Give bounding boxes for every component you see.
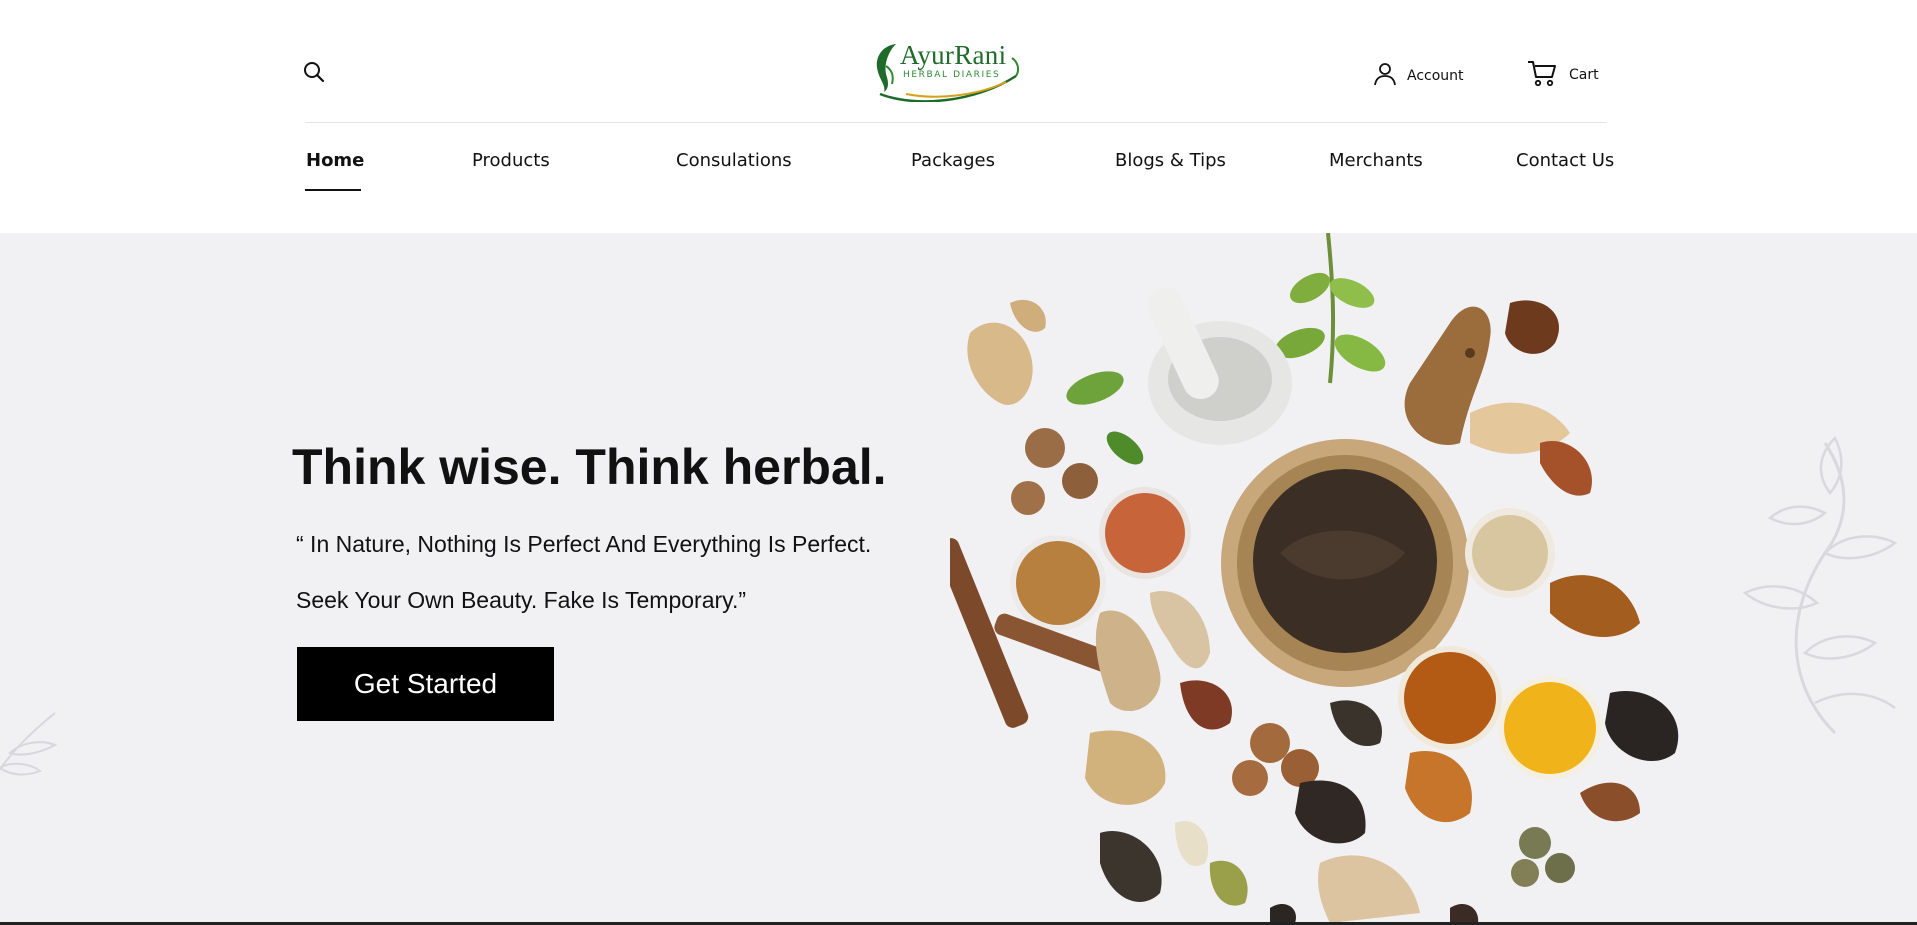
basil-sprig-illustration bbox=[1275, 233, 1386, 384]
leaf-decoration-left bbox=[0, 712, 58, 776]
nav-contact-us[interactable]: Contact Us bbox=[1516, 150, 1614, 171]
search-icon[interactable] bbox=[301, 59, 327, 85]
nav-consultations[interactable]: Consulations bbox=[676, 150, 792, 171]
account-link[interactable]: Account bbox=[1373, 61, 1464, 91]
get-started-button[interactable]: Get Started bbox=[297, 647, 554, 721]
cart-link[interactable]: Cart bbox=[1527, 60, 1599, 90]
logo-wordmark: AyurRani bbox=[900, 40, 1007, 70]
logo-tagline: HERBAL DIARIES bbox=[903, 70, 1001, 80]
leaf-decoration-right bbox=[1742, 435, 1898, 735]
cart-label: Cart bbox=[1569, 67, 1599, 83]
active-nav-indicator bbox=[305, 189, 361, 191]
header-divider bbox=[305, 122, 1607, 123]
nav-home[interactable]: Home bbox=[306, 150, 364, 171]
user-icon bbox=[1373, 61, 1397, 92]
nav-merchants[interactable]: Merchants bbox=[1329, 150, 1423, 171]
nav-packages[interactable]: Packages bbox=[911, 150, 995, 171]
hero-section: Think wise. Think herbal. “ In Nature, N… bbox=[0, 233, 1917, 923]
mortar-pestle-illustration bbox=[1147, 286, 1292, 445]
nav-products[interactable]: Products bbox=[472, 150, 550, 171]
account-label: Account bbox=[1407, 68, 1464, 84]
hero-quote-line-1: “ In Nature, Nothing Is Perfect And Ever… bbox=[296, 531, 872, 557]
nav-blogs-tips[interactable]: Blogs & Tips bbox=[1115, 150, 1226, 171]
brand-logo[interactable]: AyurRani HERBAL DIARIES bbox=[866, 36, 1024, 102]
hero-quote-line-2: Seek Your Own Beauty. Fake Is Temporary.… bbox=[296, 587, 746, 613]
ginger-illustration bbox=[967, 299, 1046, 405]
cart-icon bbox=[1527, 59, 1557, 92]
hero-headline: Think wise. Think herbal. bbox=[292, 439, 887, 495]
site-header: AyurRani HERBAL DIARIES Account Cart Hom… bbox=[0, 0, 1917, 233]
herbs-and-spices-image bbox=[950, 233, 1679, 923]
